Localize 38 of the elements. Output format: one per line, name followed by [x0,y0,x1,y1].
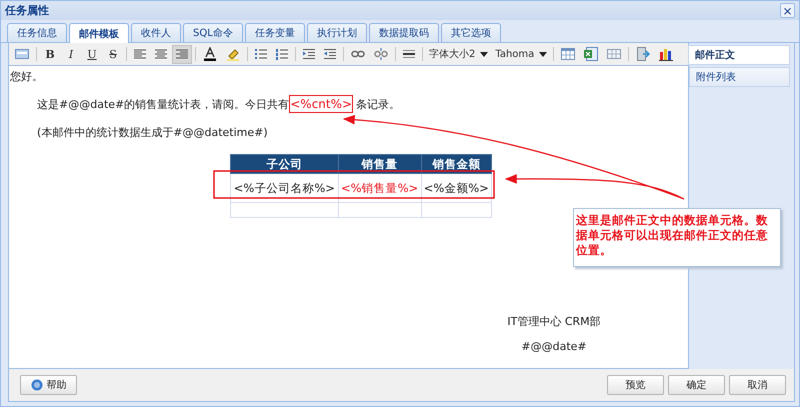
align-icon [155,48,167,60]
dialog-button[interactable]: 预览 [607,375,664,395]
caret-icon [539,52,548,56]
format-button[interactable]: U [82,44,102,64]
panel-item[interactable]: 附件列表 [689,67,790,87]
signature-text: IT管理中心 CRM部 [506,314,602,329]
dialog-button[interactable]: 确定 [668,375,725,395]
table-cell: <%销售量%> [338,174,422,202]
format-button[interactable]: S [103,44,123,64]
caret-icon [480,52,488,56]
tab[interactable]: 数据提取码 [368,23,439,42]
greeting-text: 您好。 [9,69,44,84]
table-cell: <%金额%> [421,174,492,202]
tab[interactable]: SQL命令 [183,23,243,42]
format-button[interactable]: B [40,44,60,64]
dialog-button[interactable]: 取消 [729,375,786,395]
tab[interactable]: 执行计划 [306,23,367,42]
font-size-dropdown[interactable]: 字体大小2 [426,47,492,61]
help-button[interactable]: 帮助 [20,375,77,395]
window-title: 任务属性 [5,3,50,18]
align-button[interactable] [172,44,192,64]
table-cell: <%子公司名称%> [230,174,338,202]
font-family-dropdown[interactable]: Tahoma [492,48,550,60]
close-button[interactable]: × [780,3,795,18]
help-icon [30,379,42,391]
tab[interactable]: 任务变量 [244,23,305,42]
body-paragraph: 这是#@@date#的销售量统计表，请阅。今日共有<%cnt%> 条记录。 [36,94,402,113]
tab[interactable]: 任务信息 [7,23,67,42]
tab[interactable]: 收件人 [131,23,181,42]
align-icon [176,48,188,60]
format-button[interactable]: I [61,44,81,64]
panel-item[interactable]: 邮件正文 [688,45,790,65]
tab[interactable]: 邮件模板 [69,23,129,43]
align-icon [134,48,146,60]
callout-note: 这里是邮件正文中的数据单元格。数据单元格可以出现在邮件正文的任意位置。 [573,208,781,267]
tab[interactable]: 其它选项 [440,23,501,42]
body-paragraph: (本邮件中的统计数据生成于#@@datetime#) [36,125,269,141]
signature-text: #@@date# [520,340,588,353]
